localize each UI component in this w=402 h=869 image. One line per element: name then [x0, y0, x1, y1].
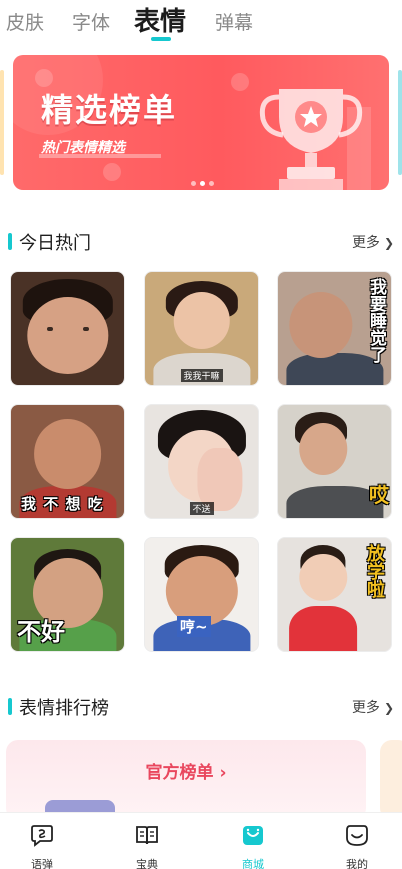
bottom-navigation: 语弹 宝典 商城 我的: [0, 812, 402, 869]
sticker-caption: 不送: [189, 502, 214, 515]
sticker-caption: 我我干嘛: [180, 369, 223, 382]
sticker-item[interactable]: 我要睡觉了: [277, 271, 392, 386]
book-icon: [136, 826, 158, 845]
pagination-dot[interactable]: [191, 181, 196, 186]
chevron-right-icon: ❯: [383, 236, 394, 250]
sticker-figure: [83, 327, 89, 331]
section-accent-bar: [8, 698, 12, 715]
banner-emoji-decoration: [231, 73, 249, 91]
nav-label: 我的: [346, 858, 368, 869]
section-title: 今日热门: [19, 233, 91, 254]
sticker-figure: [47, 327, 53, 331]
sticker-figure: [289, 292, 353, 358]
sticker-figure: [299, 553, 347, 602]
today-hot-header: 今日热门 更多 ❯: [0, 229, 402, 257]
sticker-figure: [26, 296, 109, 374]
tab-emoji[interactable]: 表情: [134, 1, 186, 38]
sticker-caption: 不好: [17, 618, 65, 646]
sticker-caption: 哎: [369, 483, 389, 507]
sticker-item[interactable]: 哼~: [144, 537, 259, 652]
sticker-item[interactable]: 不送: [144, 404, 259, 519]
section-accent-bar: [8, 233, 12, 250]
ranking-next-card-peek[interactable]: [380, 740, 402, 820]
sticker-figure: [33, 418, 102, 489]
sticker-item[interactable]: [10, 271, 125, 386]
featured-banner[interactable]: 精选榜单 热门表情精选: [13, 55, 389, 190]
ranking-card-title: 官方榜单 ›: [145, 763, 227, 783]
banner-subtitle: 热门表情精选: [41, 140, 125, 156]
top-tab-bar: 皮肤 字体 表情 弹幕: [0, 0, 402, 44]
section-title: 表情排行榜: [19, 698, 109, 719]
chevron-right-icon: ❯: [383, 701, 394, 715]
smile-face-icon: [346, 825, 368, 846]
pagination-dot[interactable]: [209, 181, 214, 186]
sticker-caption: 我 不 想 吃: [21, 495, 104, 513]
more-link[interactable]: 更多 ❯: [352, 697, 394, 717]
banner-title: 精选榜单: [41, 91, 178, 129]
trophy-icon: [259, 89, 371, 190]
more-link[interactable]: 更多 ❯: [352, 232, 394, 252]
sticker-figure: [299, 423, 347, 476]
active-tab-indicator: [151, 37, 171, 41]
sticker-figure: [173, 292, 230, 349]
more-label: 更多: [351, 700, 380, 716]
tab-danmaku[interactable]: 弹幕: [215, 8, 253, 35]
nav-item-baodian[interactable]: 宝典: [117, 823, 177, 869]
sticker-item[interactable]: 我 不 想 吃: [10, 404, 125, 519]
pagination-dot-active[interactable]: [200, 181, 205, 186]
sticker-item[interactable]: 放学啦: [277, 537, 392, 652]
sticker-figure: [289, 605, 358, 651]
sticker-caption: 放学啦: [364, 544, 385, 598]
banner-prev-peek: [0, 70, 4, 175]
sticker-item[interactable]: 我我干嘛: [144, 271, 259, 386]
chat-bubble-icon: [31, 825, 53, 847]
nav-label: 商城: [242, 858, 264, 869]
banner-pagination: [191, 181, 214, 186]
shop-bag-icon: [243, 826, 263, 845]
nav-item-mine[interactable]: 我的: [327, 823, 387, 869]
more-label: 更多: [351, 235, 380, 251]
banner-next-peek: [398, 70, 402, 175]
nav-item-yudan[interactable]: 语弹: [12, 823, 72, 869]
tab-skin[interactable]: 皮肤: [6, 8, 44, 35]
sticker-caption: 哼~: [177, 616, 211, 637]
nav-label: 宝典: [136, 858, 158, 869]
sticker-caption: 我要睡觉了: [366, 278, 386, 363]
tab-font[interactable]: 字体: [72, 8, 110, 35]
sticker-item[interactable]: 哎: [277, 404, 392, 519]
banner-emoji-decoration: [103, 163, 121, 181]
ranking-header: 表情排行榜 更多 ❯: [0, 694, 402, 722]
nav-label: 语弹: [31, 858, 53, 869]
nav-item-shop[interactable]: 商城: [223, 823, 283, 869]
sticker-item[interactable]: 不好: [10, 537, 125, 652]
